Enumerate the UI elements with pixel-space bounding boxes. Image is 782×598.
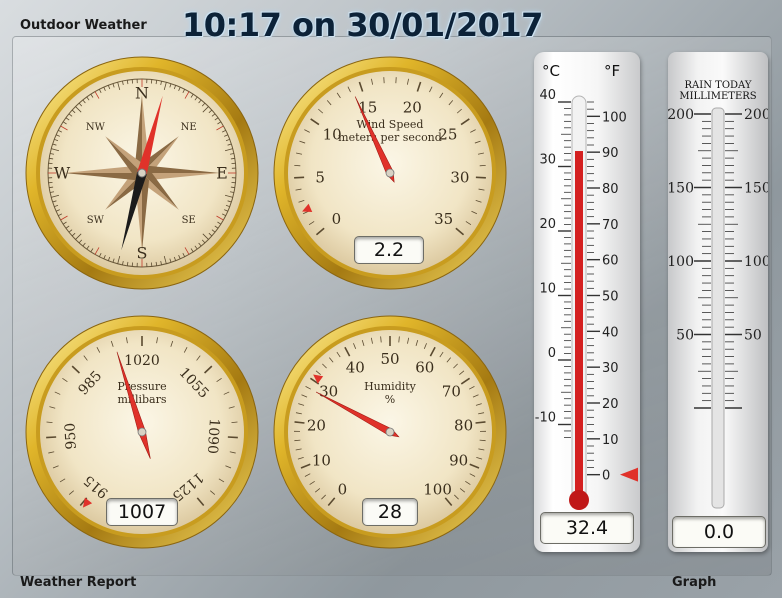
compass-label-n: N [135,84,149,103]
wind-scale-label: 20 [403,99,422,117]
fahrenheit-label: 60 [602,254,619,269]
fahrenheit-label: 10 [602,433,619,448]
humidity-scale-label: 10 [312,452,331,470]
celsius-label: 0 [548,346,556,361]
humidity-scale-label: 40 [346,359,365,377]
humidity-tick [475,421,486,424]
wind-label-line2: meters per second [338,131,442,144]
pressure-value: 1007 [106,498,178,526]
thermometer-scale: 403020100-101009080706050403020100 [535,88,638,510]
humidity-hub [385,427,395,437]
pressure-scale-label: 950 [62,422,80,450]
humidity-scale-label: 60 [415,359,434,377]
humidity-value: 28 [362,498,418,526]
rain-label-right: 150 [744,181,768,197]
compass-label-w: W [54,164,71,183]
compass-gauge: NESWNESESWNW [25,56,259,290]
compass-label-nw: NW [86,122,106,133]
thermometer-bulb [569,490,589,510]
wind-scale-label: 35 [434,210,453,228]
wind-speed-value: 2.2 [354,236,424,264]
pressure-hub [137,427,147,437]
wind-scale-label: 0 [332,210,342,228]
humidity-scale-label: 70 [442,383,461,401]
pressure-label-line2: millibars [117,393,166,406]
rain-label-right: 100 [744,254,768,270]
graph-link[interactable]: Graph [672,575,716,590]
thermometer-marker [620,467,638,482]
rain-label-right: 200 [744,107,768,123]
compass-label-e: E [216,164,228,183]
outdoor-weather-title: Outdoor Weather [20,18,147,33]
compass-label-se: SE [182,215,196,226]
wind-hub [385,168,395,178]
humidity-label-line1: Humidity [364,380,417,393]
fahrenheit-label: 20 [602,397,619,412]
celsius-label: 30 [539,153,556,168]
rain-tube [711,107,725,509]
celsius-label: 40 [539,88,556,103]
pressure-tick [46,436,57,439]
fahrenheit-label: 50 [602,290,619,305]
fahrenheit-label: 30 [602,361,619,376]
fahrenheit-label: 0 [602,469,610,484]
rain-value: 0.0 [672,516,766,548]
humidity-tick [479,439,486,442]
fahrenheit-label: 100 [602,110,627,125]
celsius-label: -10 [535,411,556,426]
fahrenheit-label: 80 [602,182,619,197]
thermometer-mercury [575,151,583,500]
rain-label-left: 200 [668,107,694,123]
humidity-scale-label: 90 [449,452,468,470]
pressure-tick [227,436,238,439]
pressure-scale-label: 1090 [204,418,222,455]
rain-label-left: 150 [668,181,694,197]
wind-scale-label: 30 [450,168,469,186]
humidity-scale-label: 50 [380,350,399,368]
celsius-label: 20 [539,217,556,232]
rain-label-right: 50 [744,328,762,344]
humidity-scale-label: 0 [338,481,348,499]
rain-label-left: 100 [668,254,694,270]
compass-label-ne: NE [181,122,197,133]
humidity-tick [294,421,305,424]
wind-scale-label: 5 [315,168,325,186]
humidity-scale-label: 100 [423,481,452,499]
datetime-header: 10:17 on 30/01/2017 [182,6,543,44]
fahrenheit-label: 90 [602,146,619,161]
compass-label-s: S [137,244,148,263]
humidity-scale-label: 80 [454,416,473,434]
temperature-value: 32.4 [540,512,634,544]
rain-label-left: 50 [676,328,694,344]
fahrenheit-label: 40 [602,325,619,340]
celsius-label: 10 [539,282,556,297]
compass-hub [137,168,147,178]
pressure-scale-label: 1020 [124,353,160,369]
compass-label-sw: SW [87,215,105,226]
humidity-label-line2: % [385,393,395,406]
humidity-scale-label: 20 [307,416,326,434]
weather-report-link[interactable]: Weather Report [20,575,136,590]
humidity-tick [294,439,301,442]
rain-scale: 200 200 150 150 100 100 50 50 [668,107,768,509]
fahrenheit-label: 70 [602,218,619,233]
